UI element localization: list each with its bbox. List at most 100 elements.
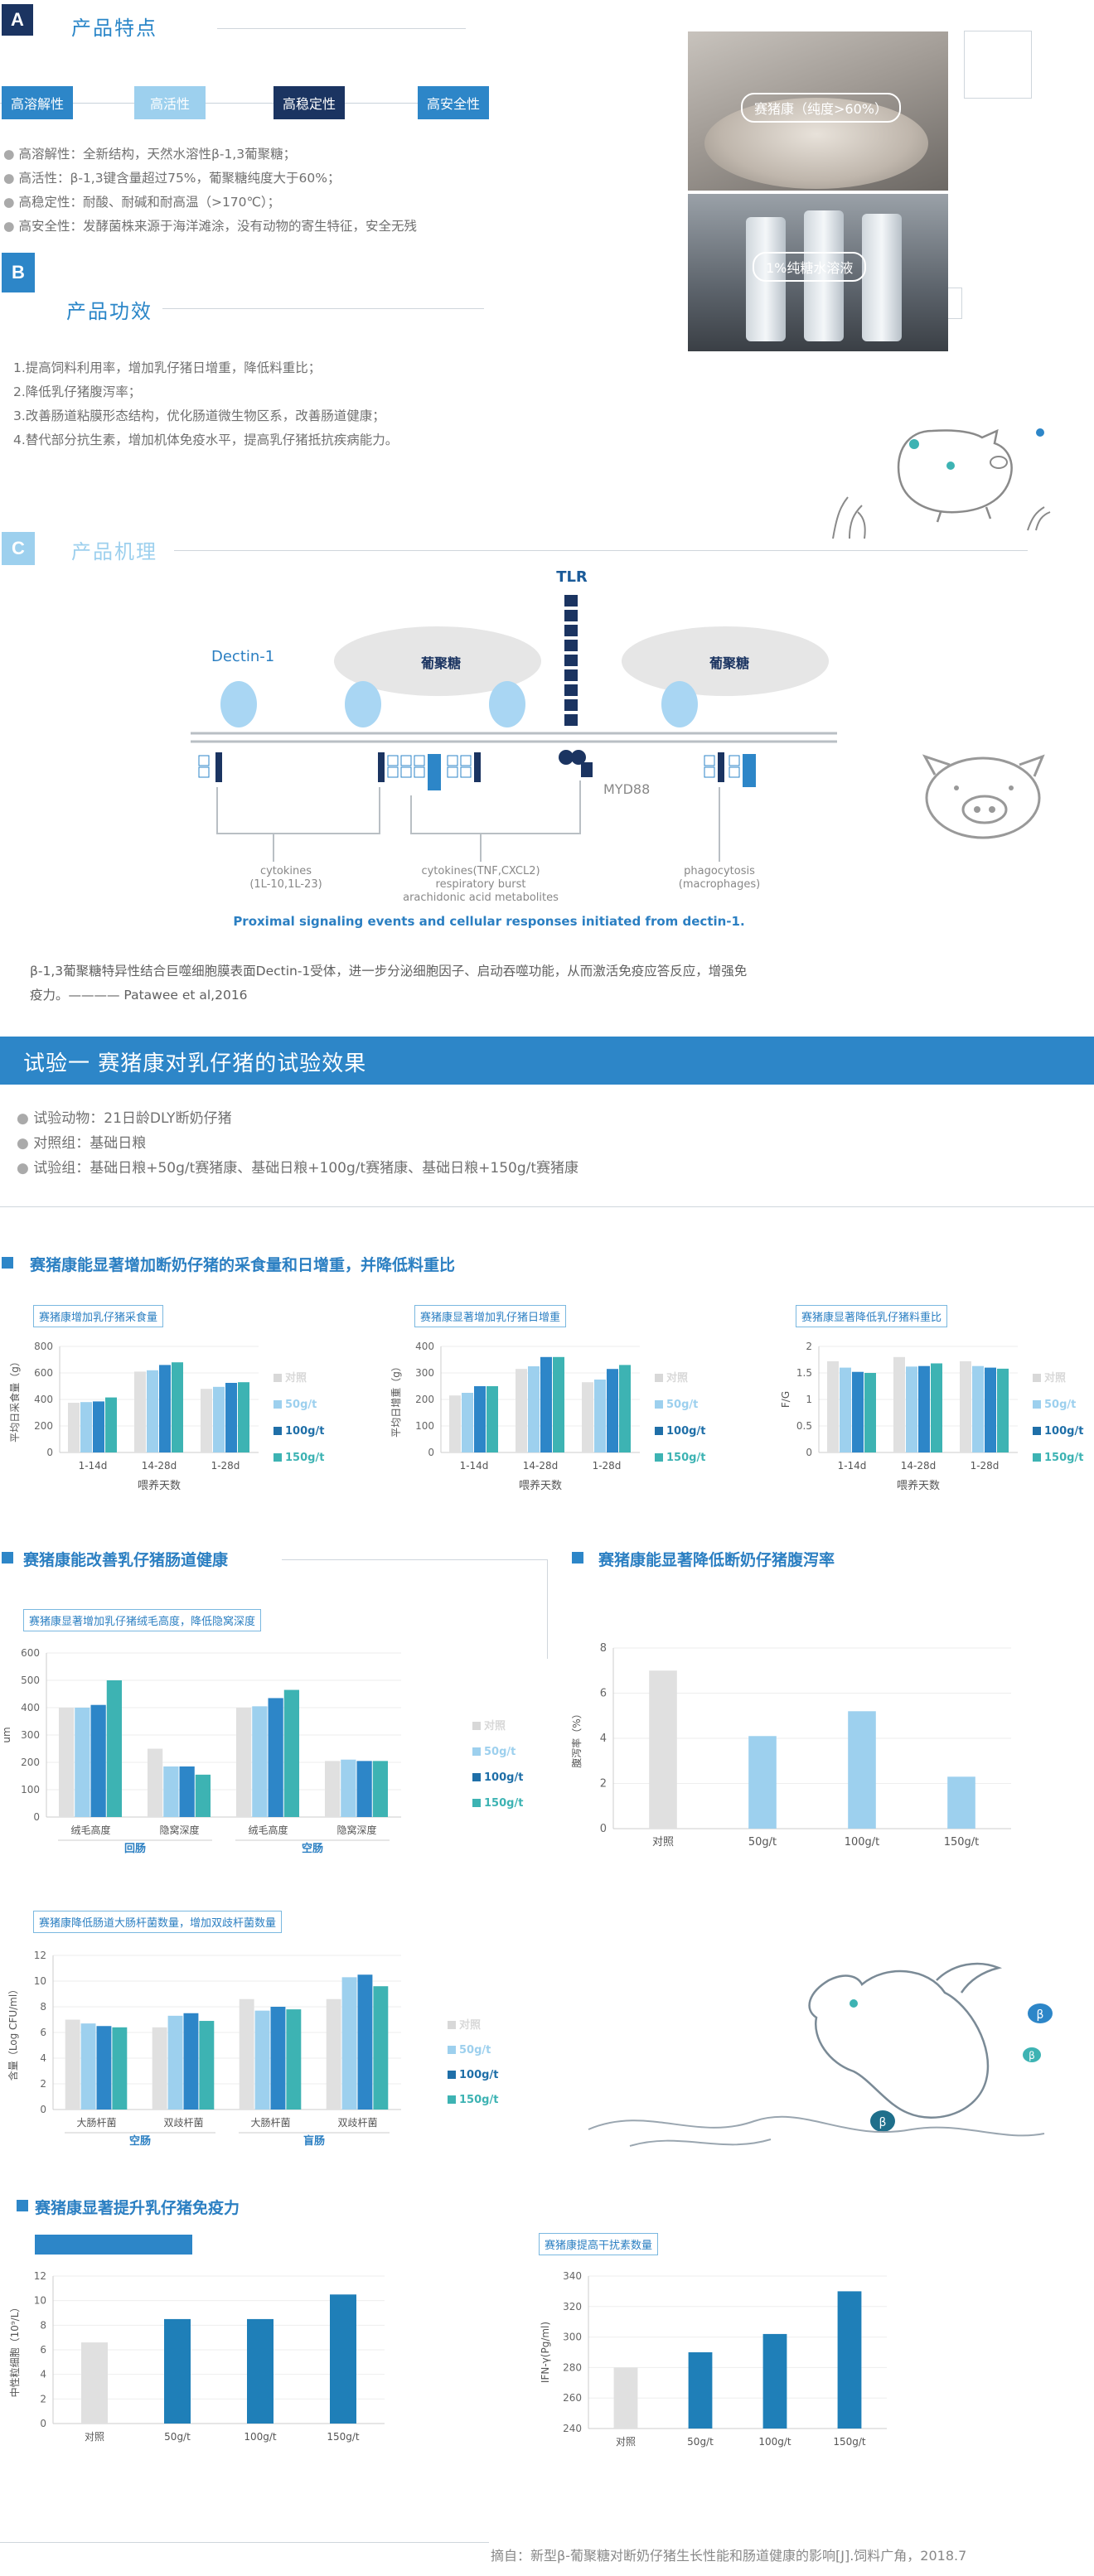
- output-cytokines-2: cytokines(TNF,CXCL2) respiratory burst ara…: [403, 865, 559, 904]
- bar: [213, 1386, 225, 1452]
- section-b-title: 产品功效: [66, 300, 152, 323]
- note-line: β-1,3葡聚糖特异性结合巨噬细胞膜表面Dectin-1受体，进一步分泌细胞因子…: [30, 964, 748, 979]
- legend-swatch: [655, 1453, 663, 1462]
- chart-section-heading: 赛猪康能显著降低断奶仔猪腹泻率: [598, 1551, 835, 1569]
- y-tick-label: 260: [563, 2392, 582, 2404]
- bar: [649, 1670, 677, 1829]
- diagram-caption: Proximal signaling events and cellular r…: [233, 914, 744, 929]
- group-label: 回肠: [124, 1843, 146, 1855]
- legend-swatch: [274, 1374, 282, 1382]
- bar: [179, 1766, 195, 1817]
- x-tick-label: 隐窝深度: [159, 1824, 199, 1836]
- x-axis-label: 喂养天数: [519, 1479, 562, 1492]
- y-tick-label: 1.5: [796, 1367, 812, 1379]
- efficacy-item: 2.降低乳仔猪腹泻率；: [13, 384, 142, 399]
- bar: [147, 1748, 163, 1817]
- bar: [163, 1766, 179, 1817]
- bar: [65, 2019, 80, 2110]
- legend-swatch: [448, 2046, 456, 2054]
- efficacy-item: 3.改善肠道粘膜形态结构，优化肠道微生物区系，改善肠道健康；: [13, 408, 385, 423]
- bar: [486, 1386, 498, 1452]
- x-tick-label: 1-14d: [460, 1460, 489, 1472]
- legend-label: 150g/t: [484, 1797, 523, 1810]
- divider: [282, 1559, 547, 1560]
- feed-intake-chart: 0 200 400 600 800 平均日采食量（g） 1-14d 14-28d 1-28d 喂养…: [8, 1341, 324, 1492]
- feature-line: ● 高活性：β-1,3键含量超过75%，葡聚糖纯度大于60%；: [3, 171, 341, 186]
- bar: [837, 2291, 862, 2429]
- bar: [373, 1986, 389, 2110]
- bar: [607, 1369, 618, 1452]
- x-tick-label: 14-28d: [523, 1460, 559, 1472]
- photo-label: 赛猪康（纯度>60%）: [741, 93, 901, 123]
- divider: [162, 308, 484, 309]
- legend-swatch: [1033, 1453, 1041, 1462]
- y-tick-label: 200: [34, 1420, 53, 1432]
- y-tick-label: 400: [415, 1341, 434, 1352]
- x-tick-label: 150g/t: [944, 1836, 980, 1849]
- divider: [0, 1206, 1094, 1207]
- bar: [762, 2333, 787, 2429]
- bar: [183, 2013, 199, 2110]
- feature-text: 高安全性：发酵菌株来源于海洋滩涂，没有动物的寄生特征，安全无残: [18, 219, 417, 234]
- myd88-label: MYD88: [603, 781, 650, 797]
- chart-tag: 赛猪康显著增加乳仔猪日增重: [414, 1305, 567, 1327]
- trial-title: 试验一 赛猪康对乳仔猪的试验效果: [23, 1051, 367, 1076]
- y-tick-label: 500: [21, 1675, 40, 1686]
- bar: [172, 1362, 183, 1452]
- trial-text: 试验动物：21日龄DLY断奶仔猪: [33, 1110, 232, 1127]
- trial-line: ● 试验动物：21日龄DLY断奶仔猪: [17, 1110, 232, 1127]
- efficacy-list: 1.提高饲料利用率，增加乳仔猪日增重，降低料重比； 2.降低乳仔猪腹泻率； 3.…: [13, 356, 398, 452]
- x-axis-label: 喂养天数: [897, 1479, 940, 1492]
- section-c-marker: C: [2, 532, 35, 565]
- legend-swatch: [1033, 1374, 1041, 1382]
- legend-label: 对照: [285, 1371, 307, 1385]
- legend-swatch: [1033, 1427, 1041, 1435]
- chart-tag: 赛猪康增加乳仔猪采食量: [33, 1305, 164, 1327]
- bar: [201, 1389, 212, 1452]
- bar: [516, 1369, 527, 1452]
- legend-swatch: [448, 2071, 456, 2079]
- feature-text: 高稳定性：耐酸、耐碱和耐高温（>170℃）；: [18, 195, 281, 210]
- bar: [105, 1397, 117, 1452]
- bar: [58, 1708, 75, 1817]
- feature-list: ● 高溶解性：全新结构，天然水溶性β-1,3葡聚糖； ● 高活性：β-1,3键含…: [3, 143, 417, 239]
- bar: [286, 2009, 302, 2110]
- x-tick-label: 隐窝深度: [336, 1824, 376, 1836]
- chart-title-bar: [35, 2235, 192, 2255]
- section-a-title: 产品特点: [71, 17, 157, 40]
- y-tick-label: 0: [600, 1823, 607, 1835]
- diarrhea-rate-chart: 0 2 4 6 8 腹泻率（%） 对照 50g/t 100g/t 150g/t: [570, 1642, 1011, 1849]
- bar: [619, 1365, 631, 1452]
- bar: [330, 2294, 356, 2424]
- legend-swatch: [655, 1400, 663, 1409]
- x-tick-label: 100g/t: [845, 1836, 880, 1849]
- legend-label: 对照: [666, 1371, 688, 1385]
- bar: [68, 1403, 80, 1452]
- feature-badge: 高安全性: [418, 86, 489, 119]
- chart-tag: 赛猪康显著降低乳仔猪料重比: [796, 1305, 948, 1327]
- y-tick-label: 600: [21, 1647, 40, 1659]
- x-tick-label: 150g/t: [833, 2436, 866, 2448]
- divider: [0, 2542, 489, 2543]
- bar: [195, 1774, 211, 1817]
- y-axis-label: F/G: [780, 1391, 791, 1408]
- bar: [239, 1998, 254, 2110]
- bar: [238, 1382, 249, 1452]
- intestinal-bacteria-chart: 0 2 4 6 8 10 12 含量（Log CFU/ml） 大肠杆菌 双歧杆菌 大肠杆菌 双歧杆菌空…: [7, 1950, 498, 2148]
- legend-label: 对照: [1044, 1371, 1066, 1385]
- bar: [931, 1363, 942, 1452]
- y-tick-label: 2: [40, 2393, 46, 2404]
- x-tick-label: 150g/t: [327, 2431, 360, 2443]
- y-tick-label: 4: [40, 2369, 46, 2380]
- x-tick-label: 50g/t: [748, 1836, 777, 1849]
- bar: [134, 1371, 146, 1452]
- bar: [864, 1373, 876, 1452]
- heading-marker: [2, 1552, 13, 1563]
- x-tick-label: 1-28d: [593, 1460, 622, 1472]
- legend-swatch: [655, 1374, 663, 1382]
- dectin-label: Dectin-1: [211, 648, 274, 665]
- svg-text:β: β: [1037, 2008, 1044, 2022]
- feed-ratio-chart: 0 0.5 1 1.5 2 F/G 1-14d 14-28d 1-28d 喂养天数 对照 50g/t 1…: [780, 1341, 1083, 1492]
- feature-text: 高活性：β-1,3键含量超过75%，葡聚糖纯度大于60%；: [18, 171, 341, 186]
- bar: [848, 1711, 876, 1829]
